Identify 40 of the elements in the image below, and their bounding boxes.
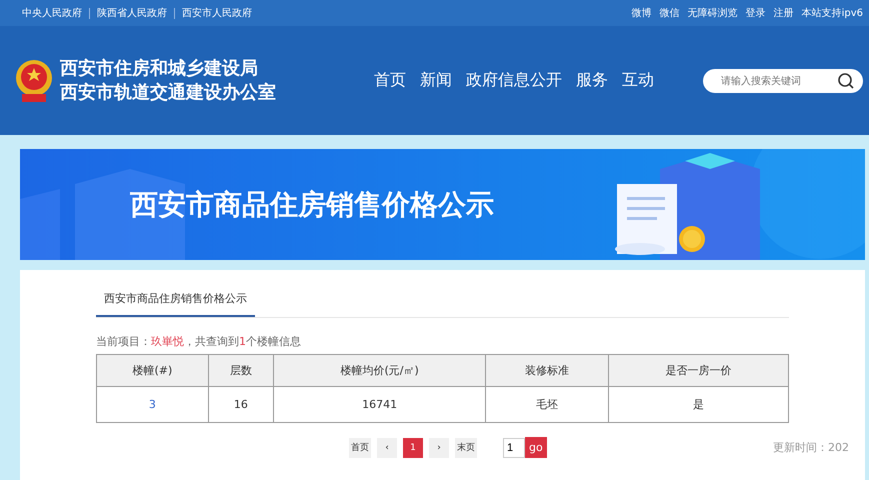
top-link[interactable]: 微信 (660, 6, 680, 20)
tab[interactable]: 西安市商品住房销售价格公示 (96, 282, 255, 317)
page-input[interactable]: 1 (503, 438, 525, 458)
site-title: 西安市住房和城乡建设局 (60, 56, 259, 80)
table-cell: 是 (608, 386, 788, 422)
top-link[interactable]: 无障碍浏览 (688, 6, 738, 20)
top-link[interactable]: 微博 (632, 6, 652, 20)
column-header: 楼幢(#) (96, 354, 208, 386)
column-header: 是否一房一价 (608, 354, 788, 386)
column-header: 层数 (208, 354, 274, 386)
update-time: 更新时间：202 (773, 440, 849, 455)
nav-item[interactable]: 互动 (622, 70, 654, 91)
next-page-button[interactable]: › (429, 438, 449, 458)
column-header: 装修标准 (486, 354, 608, 386)
banner-title: 西安市商品住房销售价格公示 (130, 186, 494, 222)
table-cell: 16741 (274, 386, 486, 422)
top-link[interactable]: 登录 (746, 6, 766, 20)
search-field[interactable]: 请输入搜索关键词 (703, 69, 863, 93)
query-summary: 当前项目：玖崋悦，共查询到1个楼幢信息 (96, 334, 302, 349)
table-cell: 毛坯 (486, 386, 608, 422)
nav-item[interactable]: 新闻 (420, 70, 452, 91)
nav-item[interactable]: 政府信息公开 (466, 70, 562, 91)
search-icon[interactable] (837, 72, 855, 90)
table-cell: 16 (208, 386, 274, 422)
previous-page-button[interactable]: ‹ (377, 438, 397, 458)
emblem-icon (14, 58, 54, 104)
nav-item[interactable]: 服务 (576, 70, 608, 91)
top-link[interactable]: 中央人民政府 (22, 6, 82, 20)
top-link[interactable]: 西安市人民政府 (182, 6, 252, 20)
top-link[interactable]: 本站支持ipv6 (802, 6, 863, 20)
first-page-button[interactable]: 首页 (349, 438, 371, 458)
top-link[interactable]: 陕西省人民政府 (97, 6, 167, 20)
page-button[interactable]: 1 (403, 438, 423, 458)
building-link[interactable]: 3 (148, 398, 156, 411)
top-link[interactable]: 注册 (774, 6, 794, 20)
nav-item[interactable]: 首页 (374, 70, 406, 91)
site-title: 西安市轨道交通建设办公室 (60, 80, 277, 104)
last-page-button[interactable]: 末页 (455, 438, 477, 458)
column-header: 楼幢均价(元/㎡) (274, 354, 486, 386)
go-button[interactable]: go (525, 437, 547, 458)
